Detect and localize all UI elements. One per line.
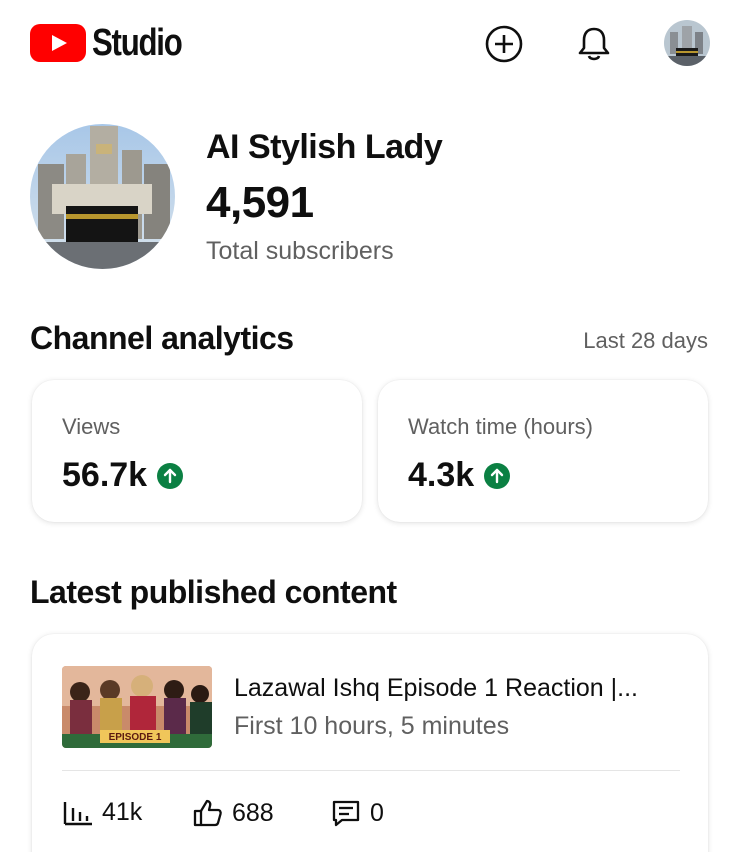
video-likes-stat: 688 bbox=[192, 798, 274, 828]
video-views-stat: 41k bbox=[62, 798, 142, 827]
views-value-row: 56.7k bbox=[62, 456, 184, 495]
video-thumbnail[interactable]: EPISODE 1 bbox=[62, 666, 212, 748]
bar-chart-icon bbox=[63, 801, 92, 825]
watch-time-value-row: 4.3k bbox=[408, 456, 511, 495]
views-card[interactable]: Views 56.7k bbox=[32, 380, 362, 522]
video-likes-value: 688 bbox=[232, 798, 274, 827]
comment-icon bbox=[332, 800, 360, 827]
divider bbox=[62, 770, 680, 771]
latest-video-card[interactable]: EPISODE 1 Lazawal Ishq Episode 1 Reactio… bbox=[32, 634, 708, 852]
video-title[interactable]: Lazawal Ishq Episode 1 Reaction |... bbox=[234, 674, 638, 703]
analytics-section-title: Channel analytics bbox=[30, 320, 294, 356]
subscriber-label: Total subscribers bbox=[206, 237, 394, 265]
bell-icon[interactable] bbox=[572, 22, 616, 66]
watch-time-value: 4.3k bbox=[408, 456, 475, 494]
analytics-date-range[interactable]: Last 28 days bbox=[583, 328, 708, 354]
trend-up-icon bbox=[484, 462, 511, 489]
video-comments-stat: 0 bbox=[330, 798, 384, 828]
create-plus-circle-icon[interactable] bbox=[482, 22, 526, 66]
video-performance-subtitle: First 10 hours, 5 minutes bbox=[234, 712, 510, 740]
top-app-bar: Studio bbox=[0, 0, 740, 90]
thumbnail-episode-text: EPISODE 1 bbox=[109, 732, 162, 743]
watch-time-card[interactable]: Watch time (hours) 4.3k bbox=[378, 380, 708, 522]
video-comments-value: 0 bbox=[370, 798, 384, 827]
channel-avatar[interactable] bbox=[30, 124, 175, 269]
youtube-studio-logo[interactable]: Studio bbox=[30, 22, 201, 64]
channel-name: AI Stylish Lady bbox=[206, 128, 443, 166]
account-avatar[interactable] bbox=[664, 20, 710, 66]
thumbs-up-icon bbox=[193, 799, 222, 827]
latest-content-section-title: Latest published content bbox=[30, 574, 397, 610]
youtube-play-icon bbox=[30, 24, 86, 62]
views-value: 56.7k bbox=[62, 456, 148, 494]
subscriber-count: 4,591 bbox=[206, 178, 314, 227]
watch-time-label: Watch time (hours) bbox=[408, 414, 594, 439]
views-label: Views bbox=[62, 414, 121, 439]
trend-up-icon bbox=[157, 462, 184, 489]
video-views-value: 41k bbox=[102, 798, 143, 826]
app-name: Studio bbox=[92, 21, 183, 64]
